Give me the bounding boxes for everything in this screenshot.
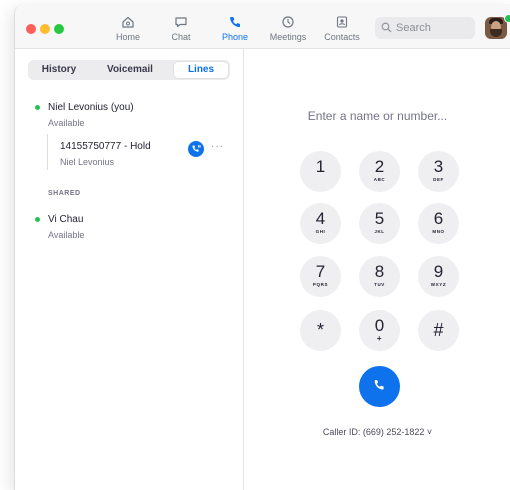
nav-contacts-label: Contacts — [324, 32, 360, 42]
phone-icon — [209, 15, 261, 32]
nav-chat-label: Chat — [171, 32, 191, 42]
call-button[interactable] — [359, 366, 400, 407]
tab-lines[interactable]: Lines — [174, 62, 228, 78]
dial-key-8[interactable]: 8 TUV — [359, 256, 400, 297]
search-icon — [381, 22, 392, 36]
nav-chat[interactable]: Chat — [155, 15, 207, 42]
nav-home[interactable]: Home — [102, 15, 154, 42]
dial-key-9[interactable]: 9 WXYZ — [418, 256, 459, 297]
caller-id-selector[interactable]: Caller ID: (669) 252-1822 ˅ — [244, 427, 510, 437]
nav-contacts[interactable]: Contacts — [316, 15, 368, 42]
dial-key-7[interactable]: 7 PQRS — [300, 256, 341, 297]
dial-key-3[interactable]: 3 DEF — [418, 151, 459, 192]
lines-panel: History Voicemail Lines Niel Levonius (y… — [15, 49, 244, 490]
shared-section-title: SHARED — [48, 190, 81, 197]
dial-key-1[interactable]: 1 — [300, 151, 341, 192]
home-icon — [102, 15, 154, 32]
nav-phone[interactable]: Phone — [209, 15, 261, 42]
shared-line-status: Available — [48, 230, 85, 240]
dial-key-5[interactable]: 5 JKL — [359, 203, 400, 244]
phone-icon — [374, 380, 384, 390]
zoom-window: Home Chat Phone Meetings Contacts Search… — [14, 4, 510, 490]
chat-icon — [155, 15, 207, 32]
held-call-name: Niel Levonius — [60, 157, 115, 167]
nav-meetings[interactable]: Meetings — [262, 15, 314, 42]
dialpad-panel: Enter a name or number... 1 2 ABC 3 DEF 4G… — [244, 49, 510, 490]
shared-line-name[interactable]: Vi Chau — [48, 214, 83, 225]
status-dot — [35, 217, 40, 222]
nav-meetings-label: Meetings — [269, 32, 307, 42]
dial-key-6[interactable]: 6 MNO — [418, 203, 459, 244]
more-options-icon[interactable]: ··· — [211, 141, 224, 152]
dial-key-hash[interactable]: # — [418, 310, 459, 351]
line-divider — [47, 134, 48, 170]
close-window-button[interactable] — [26, 24, 36, 34]
nav-home-label: Home — [115, 32, 140, 42]
maximize-window-button[interactable] — [54, 24, 64, 34]
dial-key-4[interactable]: 4 GHI — [300, 203, 341, 244]
resume-call-button[interactable] — [188, 141, 204, 157]
tab-voicemail[interactable]: Voicemail — [90, 62, 170, 78]
search-placeholder: Search — [396, 22, 431, 34]
status-dot — [35, 105, 40, 110]
top-bar: Home Chat Phone Meetings Contacts Search — [15, 4, 510, 49]
own-line-status: Available — [48, 118, 85, 128]
dial-key-0[interactable]: 0 + — [359, 310, 400, 351]
tab-history[interactable]: History — [30, 62, 88, 78]
nav-phone-label: Phone — [221, 32, 249, 42]
phone-hold-icon — [192, 145, 201, 152]
contacts-icon — [316, 15, 368, 32]
own-line-name[interactable]: Niel Levonius (you) — [48, 102, 134, 113]
search-input[interactable]: Search — [375, 17, 475, 39]
dial-key-star[interactable]: * — [300, 310, 341, 351]
minimize-window-button[interactable] — [40, 24, 50, 34]
dial-key-2[interactable]: 2 ABC — [359, 151, 400, 192]
segmented-tabs: History Voicemail Lines — [28, 60, 230, 80]
online-status-dot — [504, 14, 510, 23]
dial-number-input[interactable]: Enter a name or number... — [244, 109, 510, 123]
held-call-number[interactable]: 14155750777 - Hold — [60, 141, 151, 152]
clock-icon — [262, 15, 314, 32]
